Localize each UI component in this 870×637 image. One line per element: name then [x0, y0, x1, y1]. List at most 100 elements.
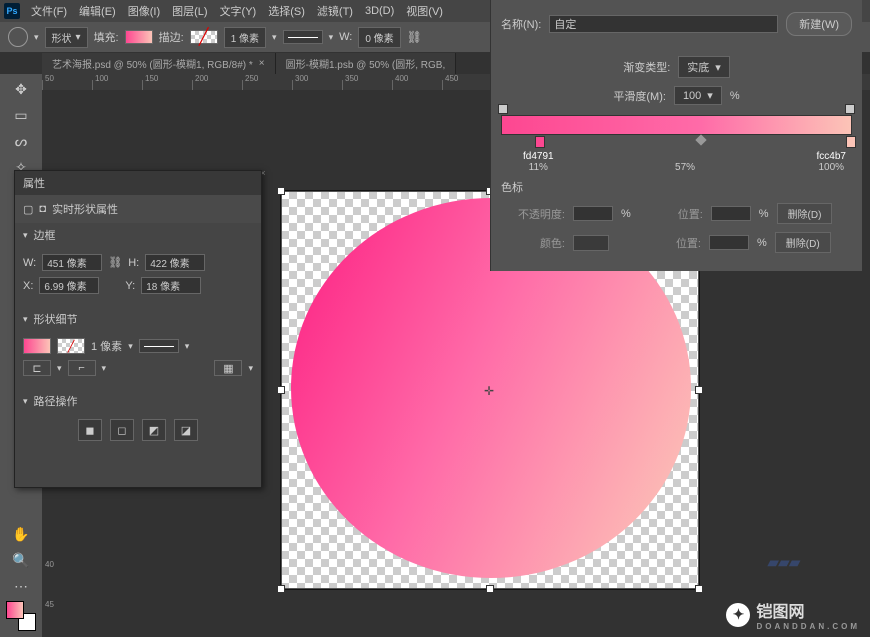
position-input[interactable]	[711, 206, 751, 221]
color-stop-1[interactable]	[535, 136, 545, 148]
watermark-brand: 铠图网	[756, 604, 804, 621]
pathop-subtract[interactable]: ◻	[110, 419, 134, 441]
path-ops-section[interactable]: ▾路径操作	[15, 389, 261, 413]
zoom-tool-icon[interactable]: 🔍	[10, 549, 32, 571]
pct-label: %	[759, 208, 769, 220]
y-input[interactable]	[141, 277, 201, 294]
menu-3d[interactable]: 3D(D)	[360, 5, 399, 17]
link-icon[interactable]: ⛓	[407, 30, 422, 44]
menu-filter[interactable]: 滤镜(T)	[312, 3, 358, 19]
position-label: 位置:	[639, 206, 703, 222]
smoothness-dd[interactable]: 100 ▾	[674, 86, 722, 105]
watermark-url: DOANDDAN.COM	[756, 622, 860, 631]
menu-select[interactable]: 选择(S)	[263, 3, 310, 19]
stop1-pos: 11%	[523, 162, 554, 173]
stroke-width-dd[interactable]: 1 像素	[224, 27, 266, 48]
chevron-down-icon: ▾	[23, 230, 28, 241]
more-tools-icon[interactable]: ⋯	[10, 575, 32, 597]
transform-handle[interactable]	[277, 187, 285, 195]
stroke-swatch-mini[interactable]: ╱	[57, 338, 85, 354]
shape-detail-section[interactable]: ▾形状细节	[15, 307, 261, 331]
stroke-swatch[interactable]: ╱	[190, 30, 218, 44]
pathop-intersect[interactable]: ◩	[142, 419, 166, 441]
width-field[interactable]: 0 像素	[358, 27, 400, 48]
transform-handle[interactable]	[486, 585, 494, 593]
join-miter-icon[interactable]: ⌐	[68, 360, 96, 376]
fill-label: 填充:	[94, 29, 119, 45]
width-input[interactable]	[42, 254, 102, 271]
dropdown-arrow-icon[interactable]: ▾	[329, 32, 334, 43]
stop2-hex: fcc4b7	[817, 151, 846, 162]
y-label: Y:	[125, 280, 135, 292]
tab-doc2[interactable]: 圆形-模糊1.psb @ 50% (圆形, RGB,	[276, 53, 457, 74]
cap-butt-icon[interactable]: ⊏	[23, 360, 51, 376]
dropdown-arrow-icon[interactable]: ▾	[34, 32, 39, 43]
opacity-label: 不透明度:	[501, 206, 565, 222]
delete-button-2[interactable]: 删除(D)	[775, 232, 831, 253]
w-label: W:	[23, 257, 36, 269]
menu-view[interactable]: 视图(V)	[401, 3, 448, 19]
delete-button[interactable]: 删除(D)	[777, 203, 833, 224]
gradient-bar[interactable]	[501, 115, 852, 135]
ruler-v-tick: 40	[45, 560, 54, 569]
smooth-label: 平滑度(M):	[613, 88, 666, 104]
menu-type[interactable]: 文字(Y)	[215, 3, 262, 19]
marquee-tool-icon[interactable]: ▭	[10, 104, 32, 126]
opacity-input[interactable]	[573, 206, 613, 221]
opacity-stop-right[interactable]	[845, 104, 855, 114]
menu-image[interactable]: 图像(I)	[123, 3, 165, 19]
ellipse-tool-icon[interactable]	[8, 27, 28, 47]
transform-center-icon[interactable]: ✛	[484, 384, 494, 398]
shape-icon: ▢	[23, 203, 33, 216]
panel-title[interactable]: 属性	[15, 171, 261, 195]
pathop-combine[interactable]: ◼	[78, 419, 102, 441]
align-icon[interactable]: ▦	[214, 360, 242, 376]
chevron-down-icon: ▾	[23, 396, 28, 407]
chevron-down-icon: ▾	[23, 314, 28, 325]
live-shape-header: ▢ ◘ 实时形状属性	[15, 195, 261, 223]
small-watermark: ▰▰▰	[768, 554, 800, 571]
menu-layer[interactable]: 图层(L)	[167, 3, 212, 19]
colorstop-label: 色标	[501, 177, 852, 199]
position-input-2[interactable]	[709, 235, 749, 250]
link-icon[interactable]: ⛓	[108, 256, 122, 269]
gradient-name-input[interactable]	[549, 15, 778, 33]
height-input[interactable]	[145, 254, 205, 271]
pct-label: %	[730, 90, 740, 102]
transform-handle[interactable]	[277, 386, 285, 394]
new-button[interactable]: 新建(W)	[786, 12, 852, 36]
transform-handle[interactable]	[277, 585, 285, 593]
fill-swatch[interactable]	[125, 30, 153, 44]
width-label: W:	[339, 31, 352, 43]
mid-pos: 57%	[675, 162, 695, 173]
ruler-v-tick: 45	[45, 600, 54, 609]
color-stop-2[interactable]	[846, 136, 856, 148]
dropdown-arrow-icon[interactable]: ▾	[272, 32, 277, 43]
menu-file[interactable]: 文件(F)	[26, 3, 72, 19]
lasso-tool-icon[interactable]: ᔕ	[10, 130, 32, 152]
gradient-type-dd[interactable]: 实底 ▾	[678, 56, 730, 78]
border-section[interactable]: ▾边框	[15, 223, 261, 247]
type-label: 渐变类型:	[623, 59, 670, 75]
watermark-logo-icon: ✦	[726, 603, 750, 627]
h-label: H:	[128, 257, 139, 269]
x-input[interactable]	[39, 277, 99, 294]
properties-panel: 属性 ▢ ◘ 实时形状属性 ▾边框 W: ⛓ H: X: Y: ▾形状细节 ╱ …	[14, 170, 262, 488]
transform-handle[interactable]	[695, 585, 703, 593]
pathop-exclude[interactable]: ◪	[174, 419, 198, 441]
hand-tool-icon[interactable]: ✋	[10, 523, 32, 545]
color-picker[interactable]	[6, 601, 36, 631]
fill-swatch-mini[interactable]	[23, 338, 51, 354]
move-tool-icon[interactable]: ✥	[10, 78, 32, 100]
color-swatch[interactable]	[573, 235, 609, 251]
opacity-stop-left[interactable]	[498, 104, 508, 114]
stroke-style-dd[interactable]	[283, 30, 323, 44]
menu-edit[interactable]: 编辑(E)	[74, 3, 121, 19]
close-tab-icon[interactable]: ×	[259, 58, 265, 69]
stroke-style-mini[interactable]	[139, 339, 179, 353]
shape-mode-dd[interactable]: 形状 ▾	[45, 27, 88, 48]
tab-doc1[interactable]: 艺术海报.psd @ 50% (圆形-模糊1, RGB/8#) *×	[42, 53, 276, 74]
stroke-width-mini[interactable]: 1 像素	[91, 338, 122, 354]
transform-handle[interactable]	[695, 386, 703, 394]
position-label: 位置:	[637, 235, 701, 251]
